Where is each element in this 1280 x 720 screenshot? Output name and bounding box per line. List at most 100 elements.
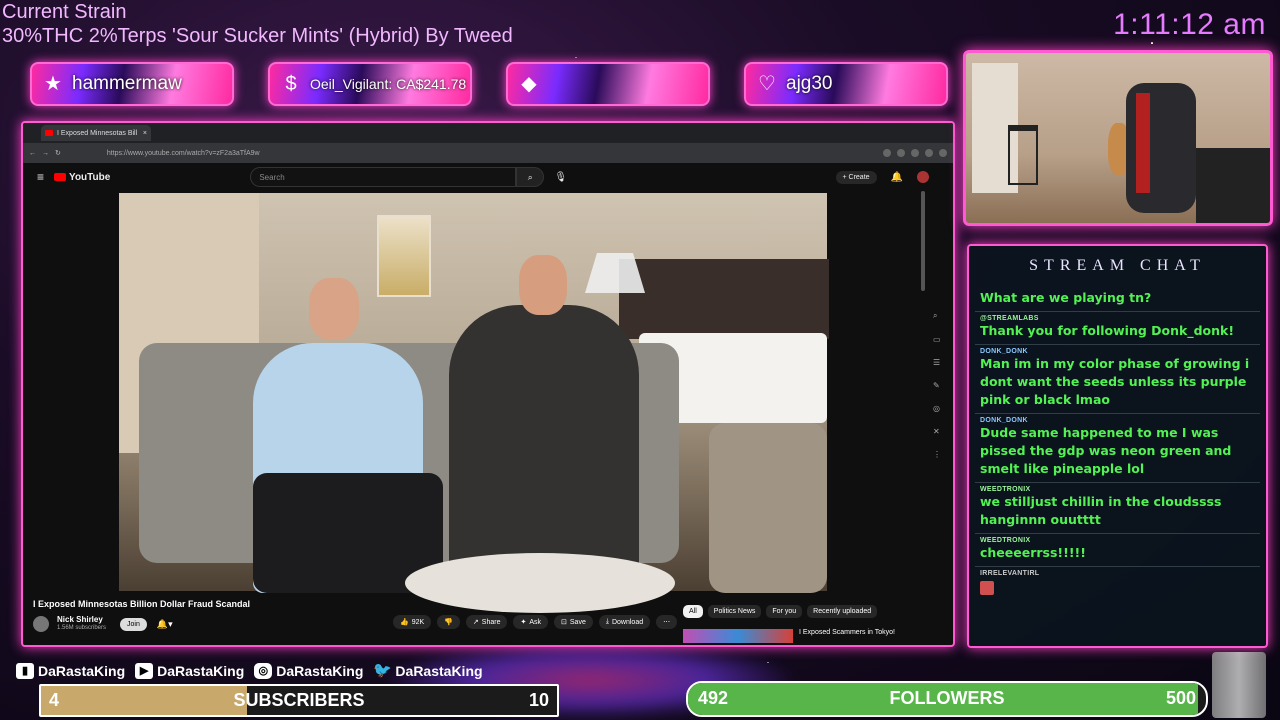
video-actions: 👍 92K 👎 ↗ Share ✦ Ask ⊡ Save ⤓ Download ⋯	[393, 615, 678, 629]
up-next-thumbnail[interactable]	[683, 629, 793, 643]
video-scene-interviewee-head	[519, 255, 567, 315]
up-next-title[interactable]: I Exposed Scammers in Tokyo!	[799, 629, 895, 643]
youtube-handle: DaRastaKing	[157, 663, 245, 679]
follower-goal-bar: 492 FOLLOWERS 500	[686, 681, 1208, 717]
chip-recently-uploaded[interactable]: Recently uploaded	[807, 605, 878, 618]
channel-avatar[interactable]	[33, 616, 49, 632]
chat-message-text: Man im in my color phase of growing i do…	[980, 356, 1250, 407]
scrollbar[interactable]	[921, 191, 925, 291]
youtube-logo[interactable]: YouTube	[54, 172, 110, 183]
thumbs-up-icon: 👍	[400, 619, 409, 626]
browser-side-toolbar: ⌕ ▭ ☰ ✎ ◎ ✕ ⋮	[933, 311, 941, 459]
download-button[interactable]: ⤓ Download	[598, 615, 651, 629]
heart-icon: ♡	[758, 73, 776, 95]
strain-title: Current Strain	[2, 1, 127, 23]
chat-username: IRRELEVANTIRL	[980, 570, 1040, 577]
subscriber-goal-label: SUBSCRIBERS	[233, 690, 365, 710]
alert-text: ajg30	[786, 73, 833, 94]
microphone-icon[interactable]: 🎙	[554, 172, 567, 183]
back-icon[interactable]: ←	[29, 150, 36, 157]
chat-message: IRRELEVANTIRL	[975, 567, 1260, 599]
sidebar-search-icon[interactable]: ⌕	[933, 311, 941, 321]
clock: 1:11:12 am	[1113, 8, 1266, 41]
subscriber-goal-bar: 4 SUBSCRIBERS 10	[39, 684, 559, 717]
chat-message-text: Dude same happened to me I was pissed th…	[980, 425, 1232, 476]
like-button[interactable]: 👍 92K	[393, 615, 432, 629]
channel-name[interactable]: Nick Shirley	[57, 615, 106, 624]
profile-icon[interactable]	[939, 149, 947, 157]
chat-username: WEEDTRONIX	[980, 486, 1031, 493]
search-icon: ⌕	[527, 171, 533, 182]
alert-subscriber: ♡ ajg30	[744, 62, 948, 106]
avatar[interactable]	[917, 171, 929, 183]
video-title: I Exposed Minnesotas Billion Dollar Frau…	[33, 599, 251, 609]
sidebar-tools-icon[interactable]: ✕	[933, 427, 941, 436]
webcam-feed	[963, 50, 1273, 226]
download-icon: ⤓	[605, 618, 609, 625]
chat-username: @STREAMLABS	[980, 315, 1039, 322]
diamond-icon: ◆	[521, 73, 537, 95]
bookmark-icon: ⊡	[561, 619, 567, 626]
sidebar-settings-icon[interactable]: ⋮	[933, 450, 941, 459]
video-scene-interviewee	[449, 305, 639, 595]
sidebar-edit-icon[interactable]: ✎	[933, 381, 941, 390]
chat-header: STREAM CHAT	[1029, 257, 1206, 274]
chat-message-text: we stilljust chillin in the cloudssss ha…	[980, 494, 1222, 527]
video-scene-table	[405, 553, 675, 613]
chip-politics-news[interactable]: Politics News	[707, 605, 762, 618]
instagram-handle: DaRastaKing	[276, 663, 364, 679]
alert-bits: ◆	[506, 62, 710, 106]
webcam-stool	[1008, 125, 1038, 185]
follower-goal-target: 500	[1165, 688, 1196, 708]
reload-icon[interactable]: ↻	[55, 149, 61, 157]
sidebar-chat-icon[interactable]: ▭	[933, 335, 941, 344]
extension-icon[interactable]	[925, 149, 933, 157]
chat-message-text: Thank you for following Donk_donk!	[980, 323, 1235, 338]
chat-message: What are we playing tn?	[975, 286, 1260, 312]
strain-description: 30%THC 2%Terps 'Sour Sucker Mints' (Hybr…	[2, 25, 513, 47]
ask-button[interactable]: ✦ Ask	[513, 615, 549, 629]
address-bar: ← → ↻ https://www.youtube.com/watch?v=zF…	[23, 143, 953, 163]
save-button[interactable]: ⊡ Save	[554, 615, 593, 629]
browser-tabbar: I Exposed Minnesotas Bill ×	[23, 123, 953, 143]
forward-icon[interactable]: →	[42, 150, 49, 157]
more-actions-button[interactable]: ⋯	[656, 615, 678, 629]
alert-follower: ★ hammermaw	[30, 62, 234, 106]
dislike-button[interactable]: 👎	[437, 615, 460, 629]
video-player[interactable]	[119, 193, 829, 613]
browser-tab[interactable]: I Exposed Minnesotas Bill ×	[41, 125, 151, 141]
video-scene-interviewer-head	[309, 278, 359, 340]
subscribe-bell-icon[interactable]: 🔔▾	[157, 619, 173, 630]
share-button[interactable]: ↗ Share	[465, 615, 508, 629]
channel-info: Nick Shirley 1.56M subscribers	[57, 615, 106, 633]
extension-icon[interactable]	[883, 149, 891, 157]
sidebar-gamepad-icon[interactable]: ◎	[933, 404, 941, 413]
chat-message: WEEDTRONIX cheeeerrss!!!!!	[975, 534, 1260, 567]
alert-text: hammermaw	[72, 73, 182, 94]
youtube-favicon-icon	[45, 130, 53, 136]
extension-icon[interactable]	[911, 149, 919, 157]
chip-all[interactable]: All	[683, 605, 703, 618]
join-button[interactable]: Join	[120, 617, 147, 631]
alert-donation: $ Oeil_Vigilant: CA$241.78	[268, 62, 472, 106]
search-input[interactable]: Search	[250, 167, 517, 187]
webcam-gaming-chair	[1126, 83, 1196, 213]
webcam-desk	[1196, 148, 1270, 223]
url-field[interactable]: https://www.youtube.com/watch?v=zF2a3aTf…	[107, 150, 260, 157]
search-button[interactable]: ⌕	[516, 167, 545, 187]
youtube-icon: ▶	[135, 663, 154, 679]
sidebar-list-icon[interactable]: ☰	[933, 358, 941, 367]
chip-for-you[interactable]: For you	[766, 605, 803, 618]
thumbs-down-icon: 👎	[444, 619, 453, 626]
video-scene-interviewer	[253, 343, 443, 593]
menu-icon[interactable]: ≡	[37, 170, 44, 184]
tab-title: I Exposed Minnesotas Bill	[57, 129, 138, 137]
twitter-handle: DaRastaKing	[395, 663, 483, 679]
create-button[interactable]: + Create	[835, 170, 877, 184]
chat-username: WEEDTRONIX	[980, 537, 1031, 544]
extension-icon[interactable]	[897, 149, 905, 157]
up-next-item[interactable]: I Exposed Scammers in Tokyo!	[683, 629, 895, 643]
close-tab-icon[interactable]: ×	[143, 130, 147, 137]
subscriber-goal-target: 10	[528, 690, 549, 710]
notifications-icon[interactable]: 🔔	[891, 172, 903, 183]
